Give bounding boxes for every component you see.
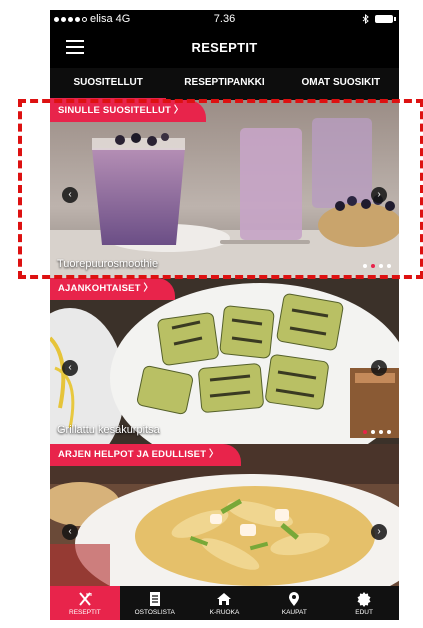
carousel-pager: [363, 264, 391, 268]
home-icon: [217, 593, 232, 605]
carousel-next-button[interactable]: ›: [371, 187, 387, 203]
recipe-caption[interactable]: Grillattu kesäkurpitsa: [57, 424, 160, 436]
status-time: 7.36: [213, 13, 236, 25]
smoothie-photo: [50, 100, 399, 278]
page-title: RESEPTIT: [191, 40, 258, 55]
fork-knife-icon: [79, 592, 92, 606]
phone-screen: elisa 4G 7.36 RESEPTIT SUOSITELLUT RESEP…: [50, 10, 399, 620]
current-carousel[interactable]: AJANKOHTAISET 〉 ‹ › Grillattu kesäkurpit…: [50, 278, 399, 444]
carousel-prev-button[interactable]: ‹: [62, 360, 78, 376]
tab-suositellut[interactable]: SUOSITELLUT: [50, 68, 167, 100]
carousel-prev-button[interactable]: ‹: [62, 524, 78, 540]
bottom-nav-edut[interactable]: EDUT: [329, 586, 399, 620]
carousel-next-button[interactable]: ›: [371, 360, 387, 376]
section-banner-current[interactable]: AJANKOHTAISET 〉: [50, 278, 176, 300]
status-bar: elisa 4G 7.36: [50, 10, 399, 28]
tab-reseptipankki[interactable]: RESEPTIPANKKI: [166, 68, 282, 100]
map-pin-icon: [289, 592, 300, 606]
bottom-nav-label: RESEPTIT: [69, 609, 101, 616]
bluetooth-icon: [362, 14, 369, 24]
battery-icon: [375, 15, 396, 23]
carousel-next-button[interactable]: ›: [371, 524, 387, 540]
bottom-nav-reseptit[interactable]: RESEPTIT: [50, 586, 120, 620]
bottom-nav-label: KAUPAT: [281, 609, 307, 616]
tab-omat-suosikit[interactable]: OMAT SUOSIKIT: [283, 68, 399, 100]
bottom-nav-label: OSTOSLISTA: [134, 609, 175, 616]
tab-bar: SUOSITELLUT RESEPTIPANKKI OMAT SUOSIKIT: [50, 68, 399, 100]
section-banner-everyday[interactable]: ARJEN HELPOT JA EDULLISET 〉: [50, 444, 241, 466]
recommended-carousel[interactable]: SINULLE SUOSITELLUT 〉 ‹ › Tuorepuurosmoo…: [50, 100, 399, 278]
everyday-carousel[interactable]: ARJEN HELPOT JA EDULLISET 〉 ‹ ›: [50, 444, 399, 586]
section-banner-recommended[interactable]: SINULLE SUOSITELLUT 〉: [50, 100, 206, 122]
zucchini-photo: [50, 278, 399, 444]
list-icon: [149, 592, 160, 606]
bottom-nav-label: K-RUOKA: [209, 609, 240, 616]
carousel-prev-button[interactable]: ‹: [62, 187, 78, 203]
carousel-pager: [363, 430, 391, 434]
bottom-nav-kaupat[interactable]: KAUPAT: [259, 586, 329, 620]
bottom-nav-ostoslista[interactable]: OSTOSLISTA: [120, 586, 190, 620]
recipe-caption[interactable]: Tuorepuurosmoothie: [57, 258, 158, 270]
bottom-nav: RESEPTIT OSTOSLISTA K-RUOKA KAUPAT EDUT: [50, 586, 399, 620]
status-right: [362, 14, 396, 24]
badge-icon: [357, 592, 371, 607]
app-header: RESEPTIT: [50, 28, 399, 68]
bottom-nav-label: EDUT: [355, 609, 373, 616]
bottom-nav-k-ruoka[interactable]: K-RUOKA: [190, 586, 260, 620]
